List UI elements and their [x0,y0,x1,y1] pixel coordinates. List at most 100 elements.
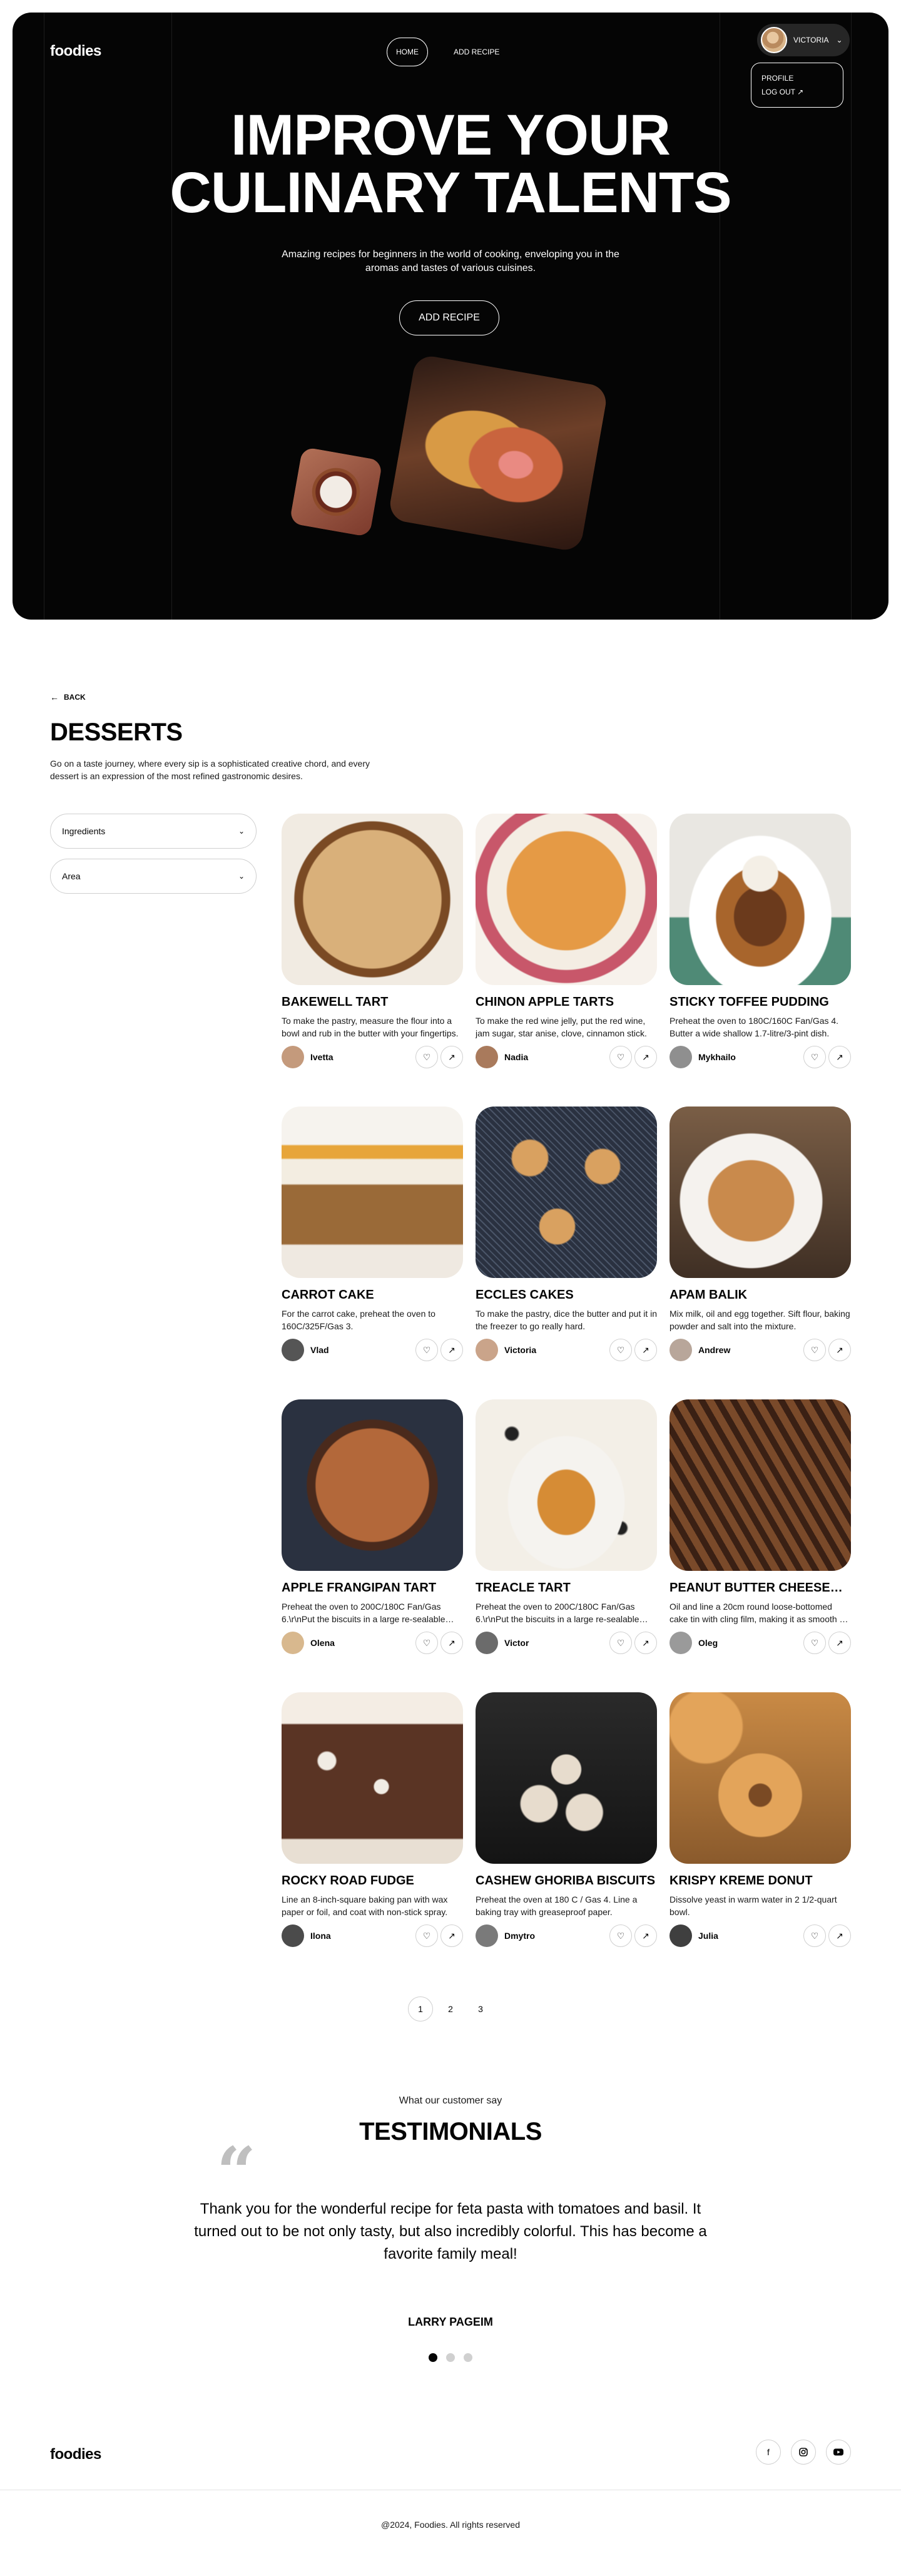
recipe-card: CASHEW GHORIBA BISCUITS Preheat the oven … [476,1692,657,1985]
user-menu-button[interactable]: VICTORIA ⌄ [757,24,850,56]
arrow-up-right-icon[interactable]: ↗ [440,1046,463,1068]
arrow-up-right-icon[interactable]: ↗ [634,1632,657,1654]
chevron-down-icon: ⌄ [238,872,245,881]
copyright-text: @2024, Foodies. All rights reserved [381,2520,520,2530]
recipe-author[interactable]: Vlad [282,1339,329,1361]
recipe-title: APPLE FRANGIPAN TART [282,1581,437,1595]
recipe-image[interactable] [282,1107,463,1278]
recipe-author[interactable]: Dmytro [476,1924,535,1947]
instagram-icon[interactable] [791,2440,816,2465]
add-recipe-button[interactable]: ADD RECIPE [399,300,499,335]
pagination: 1 2 3 [0,1996,901,2021]
recipe-author[interactable]: Ivetta [282,1046,333,1068]
user-name: VICTORIA [793,36,829,44]
recipe-image[interactable] [282,1399,463,1571]
recipe-author[interactable]: Andrew [669,1339,730,1361]
logout-link[interactable]: LOG OUT ↗ [761,87,833,97]
heart-icon[interactable]: ♡ [609,1046,632,1068]
recipe-description: Mix milk, oil and egg together. Sift flo… [669,1309,850,1331]
heart-icon[interactable]: ♡ [609,1924,632,1947]
recipe-image[interactable] [282,1692,463,1864]
quote-icon: “ [216,2132,257,2212]
slider-dot[interactable] [429,2353,437,2362]
heart-icon[interactable]: ♡ [415,1046,438,1068]
arrow-up-right-icon[interactable]: ↗ [440,1339,463,1361]
hero-section: foodies HOME ADD RECIPE VICTORIA ⌄ PROFI… [13,13,888,620]
slider-dot[interactable] [446,2353,455,2362]
recipe-author[interactable]: Mykhailo [669,1046,736,1068]
recipe-image[interactable] [476,1692,657,1864]
recipe-title: ECCLES CAKES [476,1288,574,1302]
recipe-author[interactable]: Nadia [476,1046,528,1068]
arrow-up-right-icon[interactable]: ↗ [828,1924,851,1947]
recipe-image[interactable] [669,814,851,985]
recipe-author[interactable]: Victoria [476,1339,536,1361]
arrow-up-right-icon[interactable]: ↗ [634,1924,657,1947]
recipe-image[interactable] [669,1692,851,1864]
back-button[interactable]: ← BACK [50,692,86,702]
author-avatar [282,1632,304,1654]
recipe-author[interactable]: Oleg [669,1632,718,1654]
author-name: Julia [698,1931,718,1941]
page-button-3[interactable]: 3 [468,1996,493,2021]
heart-icon[interactable]: ♡ [415,1924,438,1947]
recipe-title: STICKY TOFFEE PUDDING [669,995,829,1009]
user-dropdown: PROFILE LOG OUT ↗ [751,63,843,108]
page-button-2[interactable]: 2 [438,1996,463,2021]
recipe-author[interactable]: Olena [282,1632,335,1654]
recipe-image[interactable] [669,1399,851,1571]
author-name: Oleg [698,1638,718,1648]
user-avatar [761,27,787,53]
recipe-description: For the carrot cake, preheat the oven to… [282,1309,435,1331]
recipe-image[interactable] [476,814,657,985]
recipe-card: APPLE FRANGIPAN TART Preheat the oven to … [282,1399,463,1692]
page-button-1[interactable]: 1 [408,1996,433,2021]
arrow-up-right-icon[interactable]: ↗ [440,1632,463,1654]
header-logo[interactable]: foodies [50,43,101,60]
heart-icon[interactable]: ♡ [803,1632,826,1654]
recipe-description: Oil and line a 20cm round loose-bottomed… [669,1602,849,1624]
recipe-description: To make the pastry, measure the flour in… [282,1016,459,1038]
recipe-author[interactable]: Julia [669,1924,718,1947]
arrow-up-right-icon[interactable]: ↗ [634,1046,657,1068]
heart-icon[interactable]: ♡ [609,1339,632,1361]
recipe-title: BAKEWELL TART [282,995,389,1009]
author-avatar [476,1339,498,1361]
nav-add-recipe[interactable]: ADD RECIPE [443,38,510,66]
main-nav: HOME ADD RECIPE [387,38,510,66]
heart-icon[interactable]: ♡ [803,1339,826,1361]
arrow-up-right-icon[interactable]: ↗ [634,1339,657,1361]
facebook-icon[interactable]: f [756,2440,781,2465]
profile-link[interactable]: PROFILE [761,73,833,83]
heart-icon[interactable]: ♡ [415,1632,438,1654]
heart-icon[interactable]: ♡ [803,1924,826,1947]
recipe-author[interactable]: Ilona [282,1924,331,1947]
nav-home[interactable]: HOME [387,38,428,66]
author-avatar [476,1046,498,1068]
author-avatar [282,1339,304,1361]
author-name: Olena [310,1638,335,1648]
arrow-up-right-icon[interactable]: ↗ [828,1339,851,1361]
footer-logo[interactable]: foodies [50,2446,101,2463]
arrow-up-right-icon[interactable]: ↗ [828,1632,851,1654]
recipe-image[interactable] [476,1399,657,1571]
arrow-up-right-icon[interactable]: ↗ [440,1924,463,1947]
recipe-title: ROCKY ROAD FUDGE [282,1874,414,1888]
arrow-up-right-icon[interactable]: ↗ [828,1046,851,1068]
recipe-card: CHINON APPLE TARTS To make the red wine j… [476,814,657,1107]
heart-icon[interactable]: ♡ [609,1632,632,1654]
ingredients-select[interactable]: Ingredients ⌄ [50,814,257,849]
recipe-description: Preheat the oven to 200C/180C Fan/Gas 6.… [282,1602,445,1624]
heart-icon[interactable]: ♡ [803,1046,826,1068]
recipe-title: CHINON APPLE TARTS [476,995,614,1009]
recipe-image[interactable] [669,1107,851,1278]
recipe-author[interactable]: Victor [476,1632,529,1654]
chevron-down-icon: ⌄ [836,36,843,44]
area-select[interactable]: Area ⌄ [50,859,257,894]
heart-icon[interactable]: ♡ [415,1339,438,1361]
recipe-image[interactable] [476,1107,657,1278]
slider-dot[interactable] [464,2353,472,2362]
testimonials-title: TESTIMONIALS [359,2118,542,2145]
youtube-icon[interactable] [826,2440,851,2465]
recipe-image[interactable] [282,814,463,985]
